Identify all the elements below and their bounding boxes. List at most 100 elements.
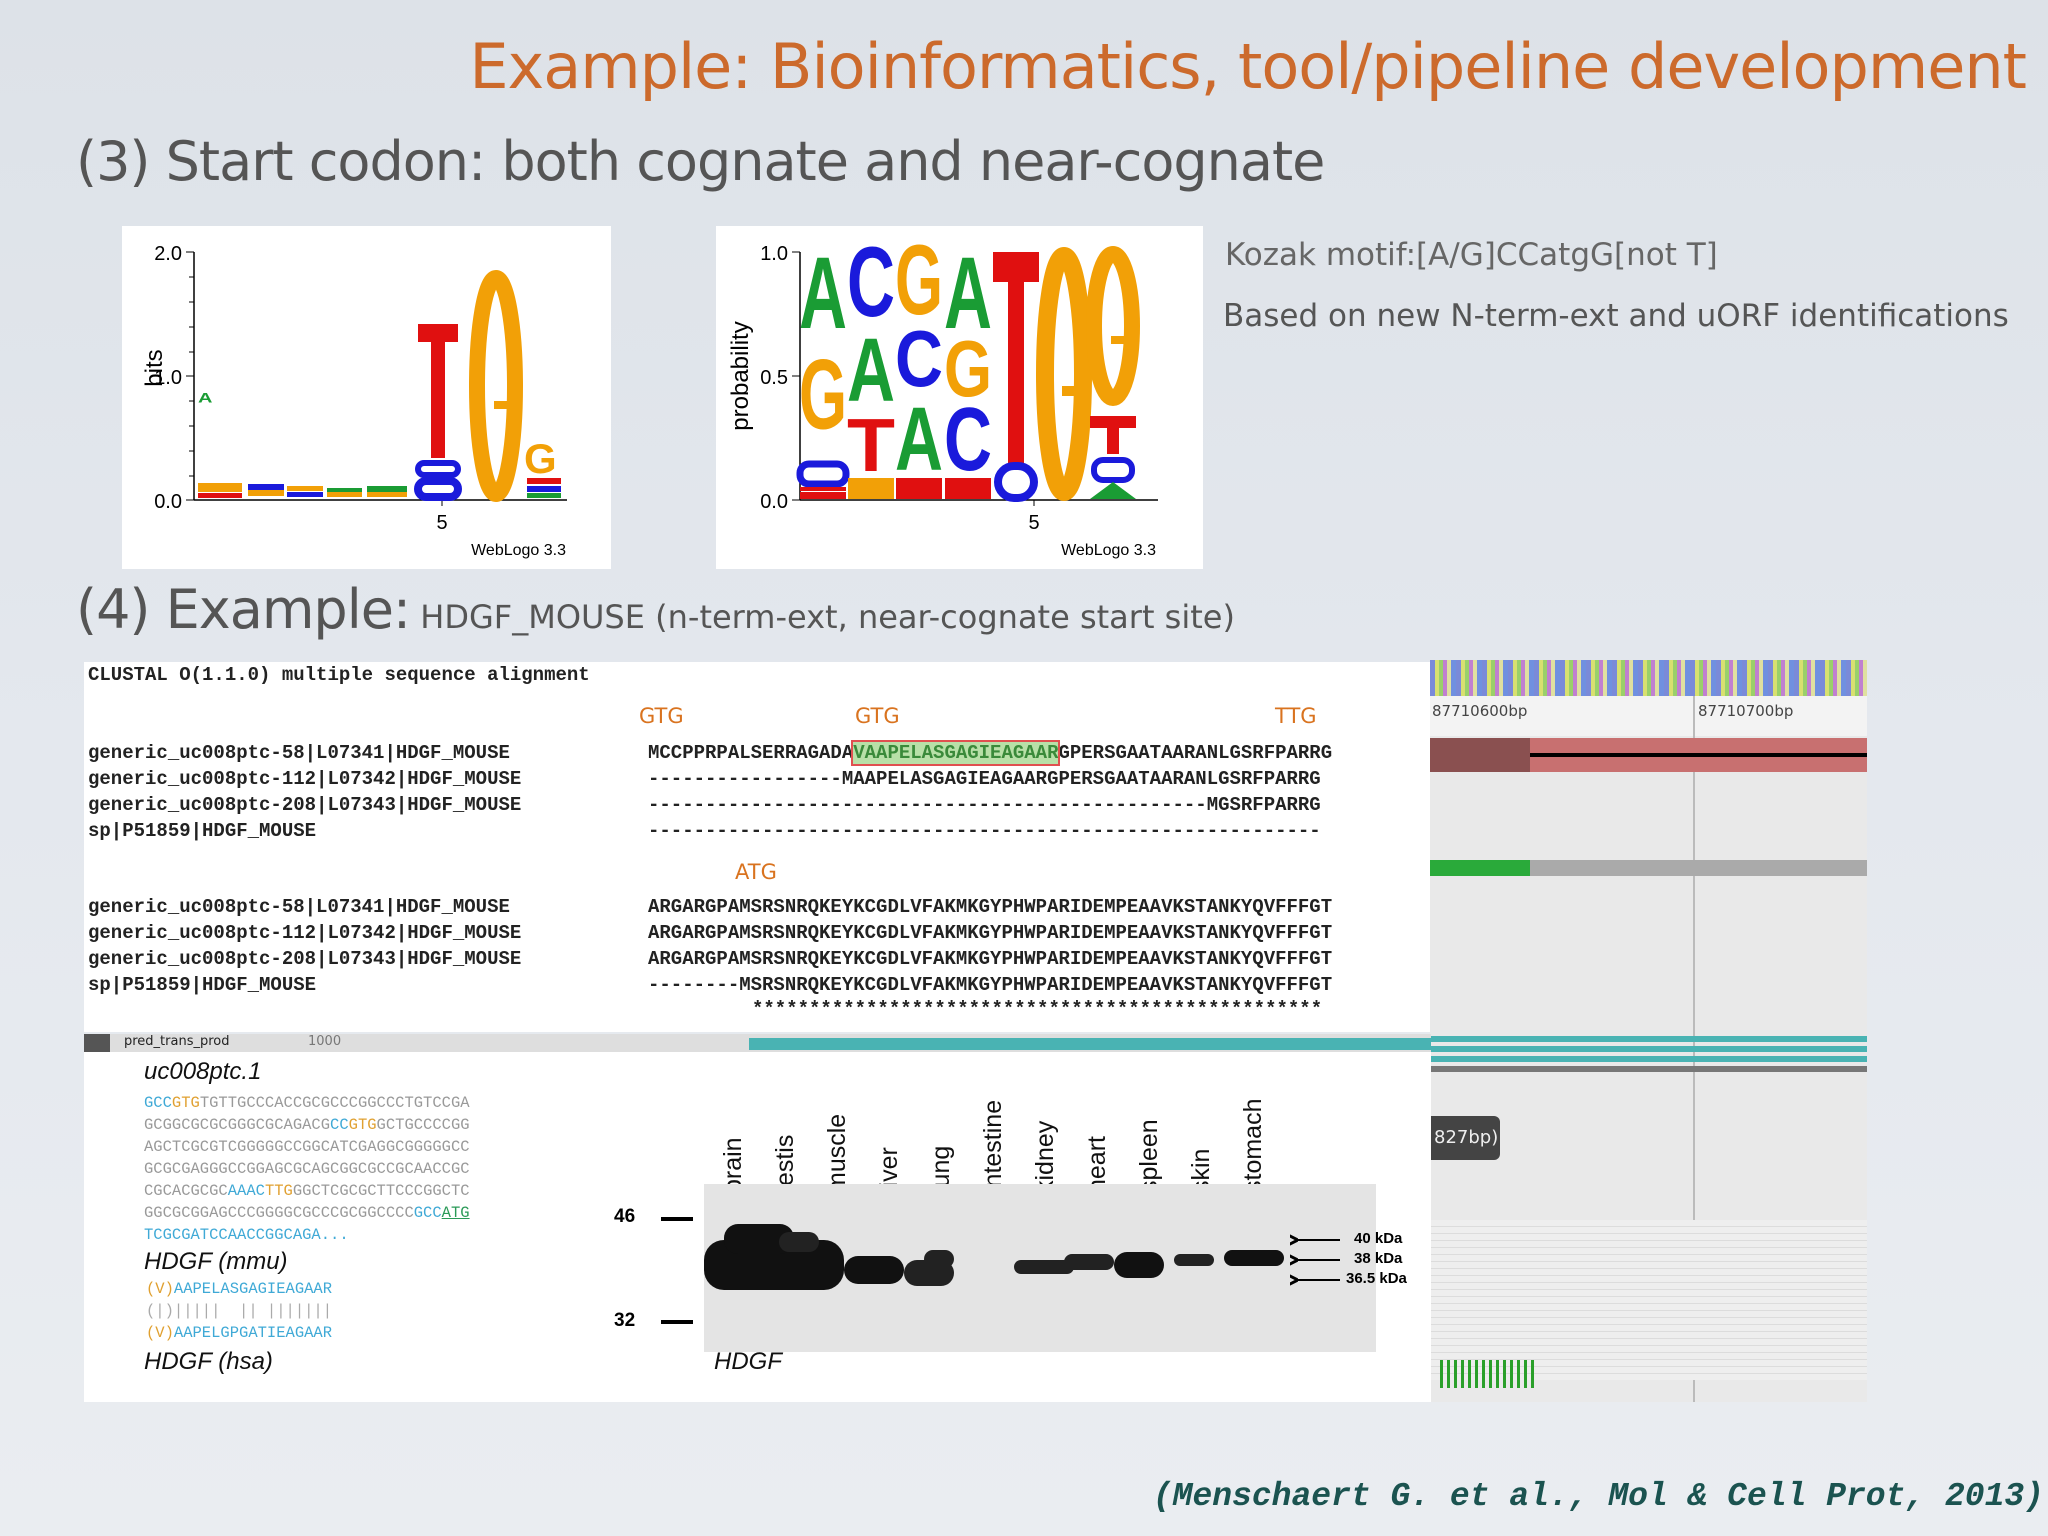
transcript-exon [1430,738,1530,772]
based-on-text: Based on new N-term-ext and uORF identif… [1223,298,2009,334]
slide-title: Example: Bioinformatics, tool/pipeline d… [469,30,2027,103]
logo-letter [527,478,561,484]
logo-letter [287,486,323,491]
logo-letter: A [895,390,943,490]
logo-letter [248,490,284,496]
hsa-seq-line: (V)AAPELGPGATIEAGAAR [146,1324,332,1342]
prob-credit: WebLogo 3.3 [1061,542,1156,559]
transcript-name: uc008ptc.1 [144,1058,262,1085]
alignment-seq: --------MSRSNRQKEYKCGDLVFAKMKGYPHWPARIDE… [648,974,1333,996]
logo-letter [1086,246,1140,406]
logo-letter [367,492,407,497]
seq-segment: TTG [264,1182,293,1200]
transcript-seq-line: GCGCGAGGGCCGGAGCGCAGCGGCGCCGCAACCGC [144,1160,470,1178]
band-38-label: 38 kDa [1354,1250,1403,1267]
alignment-seq: MCCPPRPALSERRAGADAVAAPELASGAGIEAGAARGPER… [648,740,1333,766]
logo-letter: G [799,340,847,451]
alignment-name: generic_uc008ptc-58|L07341|HDGF_MOUSE [88,896,510,918]
alignment-consensus: ****************************************… [752,998,1323,1020]
pred-trans-track: pred_trans_prod 1000 [84,1034,1431,1052]
seq-segment: GTG [348,1116,377,1134]
prob-xtick: 5 [1028,512,1039,534]
alignment-name: generic_uc008ptc-112|L07342|HDGF_MOUSE [88,922,522,944]
v-residue: (V) [146,1324,174,1342]
transcript-track-red [1430,738,1867,772]
logo-letter [1036,247,1092,501]
alignment-header: CLUSTAL O(1.1.0) multiple sequence align… [88,664,590,686]
weblogo-bits-panel: bits 2.0 1.0 0.0 5 WebLogo 3.3 A G [122,226,611,569]
prob-tick-1: 1.0 [760,243,788,265]
logo-letter: T [847,403,895,487]
match-line: (|)||||| || ||||||| [146,1302,333,1320]
bits-tick-2: 2.0 [154,243,182,265]
prob-tick-0: 0.0 [760,491,788,513]
v-residue: (V) [146,1280,174,1298]
marker-32-tick [661,1320,693,1324]
seq-segment: TCGCGATCCAACCGGCAGA... [144,1226,349,1244]
alignment-name: generic_uc008ptc-112|L07342|HDGF_MOUSE [88,768,522,790]
codon-mark-gtg-2: GTG [855,704,900,728]
logo-letter [367,486,407,492]
alignment-name: generic_uc008ptc-208|L07343|HDGF_MOUSE [88,948,522,970]
tissue-label: spleen [1135,1119,1163,1193]
alignment-seq: ARGARGPAMSRSNRQKEYKCGDLVFAKMKGYPHWPARIDE… [648,922,1333,944]
band [844,1256,904,1284]
transcript-seq-line: CGCACGCGCAAACTTGGGCTCGCGCTTCCCGGCTC [144,1182,470,1200]
codon-mark-gtg-1: GTG [639,704,684,728]
track-number: 1000 [308,1034,342,1049]
tissue-label: muscle [823,1113,851,1193]
seq-part: MCCPPRPALSERRAGADA [648,742,854,764]
seq-segment: AAAC [227,1182,265,1200]
logo-letter [327,488,362,492]
seq-segment: GTG [171,1094,200,1112]
kozak-motif-text: Kozak motif:[A/G]CCatgG[not T] [1225,237,1718,273]
marker-46-tick [661,1217,693,1221]
codon-mark-atg: ATG [735,860,777,884]
bits-letters: A G [198,270,561,502]
tissue-label: kidney [1031,1120,1059,1193]
alignment-name: generic_uc008ptc-208|L07343|HDGF_MOUSE [88,794,522,816]
sequence-color-bar [1430,660,1867,696]
mmu-seq-line: (V)AAPELASGAGIEAGAAR [146,1280,332,1298]
alignment-seq: ARGARGPAMSRSNRQKEYKCGDLVFAKMKGYPHWPARIDE… [648,948,1333,970]
logo-letter [1090,482,1136,499]
weblogo-probability-svg: probability 1.0 0.5 0.0 5 WebLogo 3.3 A … [727,225,1158,559]
seq-segment: CGCACGCGC [144,1182,228,1200]
alignment-seq: ----------------------------------------… [648,820,1321,842]
seq-segment: GCGCGAGGGCCGGAGCGCAGCGGCGCCGCAACCGC [144,1160,470,1178]
transcript-track-grey [1430,860,1867,876]
weblogo-bits-svg: bits 2.0 1.0 0.0 5 WebLogo 3.3 A G [141,243,567,559]
seq-segment: GCGGCGCGCGGGCGCAGACG [144,1116,331,1134]
section-4-sub: HDGF_MOUSE (n-term-ext, near-cognate sta… [410,598,1235,636]
band [1114,1252,1164,1278]
seq-part: GPERSGAATAARANLGSRFPARRG [1058,742,1333,764]
clustal-alignment-panel: CLUSTAL O(1.1.0) multiple sequence align… [84,662,1431,1032]
band [1174,1254,1214,1266]
seq-segment: ATG [441,1204,470,1222]
logo-letter [796,460,850,488]
coord-label: 87710600bp [1432,702,1528,720]
seq-segment: TGTTGCCCACCGCGCCCGGCCCTGTCCGA [199,1094,470,1112]
logo-letter [494,401,512,409]
bits-xtick: 5 [436,512,447,534]
logo-letter [527,493,561,498]
logo-letter [896,478,942,499]
hsa-label: HDGF (hsa) [144,1348,273,1375]
track-label: pred_trans_prod [124,1034,230,1049]
logo-letter [994,462,1038,502]
alignment-seq: ----------------------------------------… [648,794,1321,816]
band-40-label: 40 kDa [1354,1230,1403,1247]
seq-segment: GCC [413,1204,442,1222]
transcript-seq-line: GCGGCGCGCGGGCGCAGACGCCGTGGCTGCCCCGG [144,1116,470,1134]
citation: (Menschaert G. et al., Mol & Cell Prot, … [1152,1478,2044,1515]
track-handle[interactable] [84,1034,110,1052]
weblogo-probability-panel: probability 1.0 0.5 0.0 5 WebLogo 3.3 A … [716,225,1203,569]
teal-track [1430,1036,1867,1042]
logo-letter [415,460,461,478]
tissue-label: stomach [1239,1098,1267,1193]
grey-track [1430,1066,1867,1072]
genome-browser-panel: 87710600bp 87710700bp 827bp) [1430,660,1867,1402]
alignment-name: sp|P51859|HDGF_MOUSE [88,820,317,842]
logo-letter [198,493,242,498]
logo-letter [198,483,242,492]
